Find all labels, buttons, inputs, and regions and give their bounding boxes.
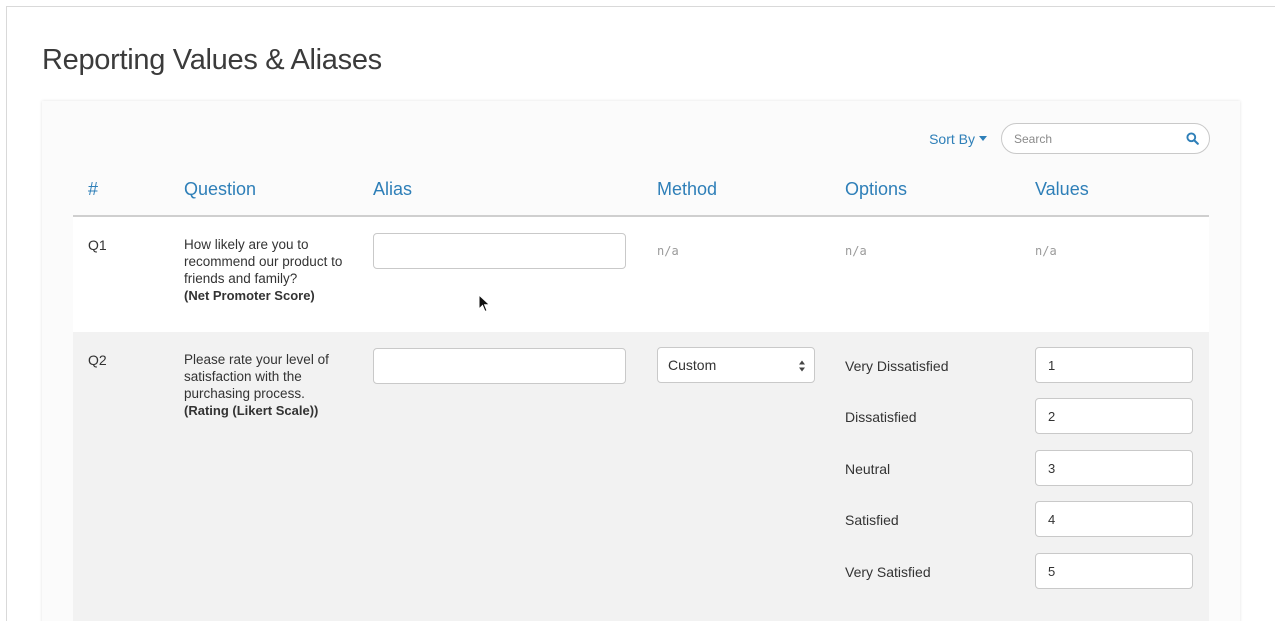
select-arrows-icon xyxy=(799,360,805,372)
sort-by-dropdown[interactable]: Sort By xyxy=(929,131,987,147)
question-text: Please rate your level of satisfaction w… xyxy=(184,351,354,419)
options-na: n/a xyxy=(845,244,867,258)
page-title: Reporting Values & Aliases xyxy=(42,44,382,76)
question-type: (Rating (Likert Scale)) xyxy=(184,403,319,418)
caret-down-icon xyxy=(979,136,987,141)
column-header-alias[interactable]: Alias xyxy=(373,179,412,200)
method-selected-value: Custom xyxy=(668,357,717,373)
option-value-input[interactable] xyxy=(1035,553,1193,589)
column-header-method[interactable]: Method xyxy=(657,179,717,200)
table-header: # Question Alias Method Options Values xyxy=(73,179,1209,217)
option-label: Dissatisfied xyxy=(845,409,917,425)
question-text: How likely are you to recommend our prod… xyxy=(184,236,354,304)
option-label: Neutral xyxy=(845,461,891,477)
question-number: Q2 xyxy=(88,352,107,368)
table-row: Q2 Please rate your level of satisfactio… xyxy=(73,332,1209,621)
search-input[interactable] xyxy=(1001,123,1210,154)
method-select[interactable]: Custom xyxy=(657,347,815,383)
values-na: n/a xyxy=(1035,244,1057,258)
option-label: Satisfied xyxy=(845,512,899,528)
reporting-panel: Sort By # Question Alias Method Options … xyxy=(42,101,1240,621)
column-header-number[interactable]: # xyxy=(88,179,98,200)
search-box xyxy=(1001,123,1210,154)
method-na: n/a xyxy=(657,244,679,258)
question-label: Please rate your level of satisfaction w… xyxy=(184,352,329,401)
alias-input[interactable] xyxy=(373,233,626,269)
option-label: Very Satisfied xyxy=(845,564,931,580)
mouse-cursor-icon xyxy=(478,294,491,313)
option-value-input[interactable] xyxy=(1035,347,1193,383)
table-row: Q1 How likely are you to recommend our p… xyxy=(73,217,1209,332)
search-icon[interactable] xyxy=(1186,132,1199,145)
sort-by-label: Sort By xyxy=(929,130,975,147)
alias-input[interactable] xyxy=(373,348,626,384)
question-number: Q1 xyxy=(88,237,107,253)
option-value-input[interactable] xyxy=(1035,398,1193,434)
column-header-options[interactable]: Options xyxy=(845,179,907,200)
option-value-input[interactable] xyxy=(1035,501,1193,537)
column-header-values[interactable]: Values xyxy=(1035,179,1089,200)
question-type: (Net Promoter Score) xyxy=(184,288,315,303)
column-header-question[interactable]: Question xyxy=(184,179,256,200)
toolbar: Sort By xyxy=(929,123,1210,154)
option-value-input[interactable] xyxy=(1035,450,1193,486)
option-label: Very Dissatisfied xyxy=(845,358,949,374)
question-label: How likely are you to recommend our prod… xyxy=(184,237,343,286)
